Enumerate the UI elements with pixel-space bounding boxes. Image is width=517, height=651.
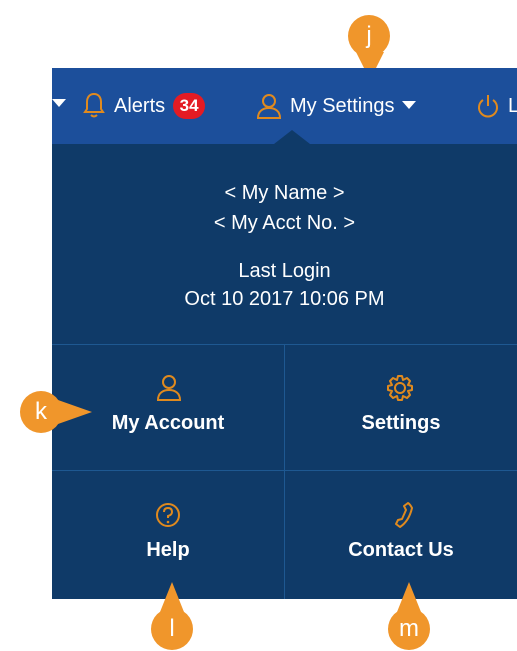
callout-m-pointer xyxy=(397,582,421,612)
